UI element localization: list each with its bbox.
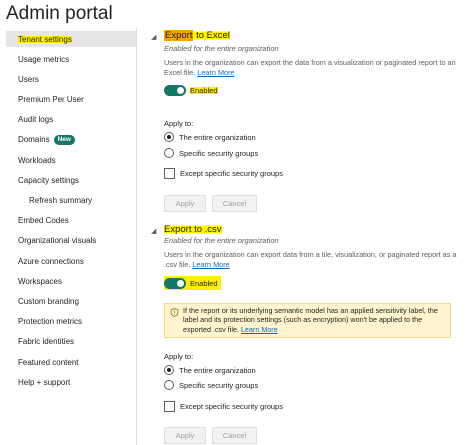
radio-label: Specific security groups — [179, 380, 259, 390]
sidebar-item-workloads[interactable]: Workloads — [6, 152, 136, 168]
page-title: Admin portal — [6, 3, 113, 24]
checkbox-label: Except specific security groups — [180, 169, 283, 178]
learn-more-link[interactable]: Learn More — [197, 68, 234, 77]
radio-button[interactable] — [164, 380, 174, 390]
sidebar-item-label: Featured content — [18, 357, 79, 367]
section-title[interactable]: Export to .csv — [164, 224, 222, 235]
shield-warning-icon — [170, 308, 179, 317]
radio-specific-security-groups[interactable]: Specific security groups — [164, 380, 258, 390]
sidebar-item-custom-branding[interactable]: Custom branding — [6, 293, 136, 309]
radio-button[interactable] — [164, 148, 174, 158]
apply-to-label: Apply to: — [164, 119, 194, 128]
sidebar-item-label: Embed Codes — [18, 216, 69, 226]
enabled-toggle-row: Enabled — [164, 83, 221, 97]
section-title[interactable]: Export to Excel — [164, 30, 230, 41]
sidebar-item-label: Protection metrics — [18, 317, 83, 327]
title-highlight-word: Export — [164, 30, 194, 41]
sidebar-item-tenant-settings[interactable]: Tenant settings — [6, 31, 136, 47]
section-description: Users in the organization can export the… — [164, 58, 464, 78]
sidebar-item-capacity-settings[interactable]: Capacity settings — [6, 172, 136, 188]
radio-label: Specific security groups — [179, 148, 259, 158]
except-groups-checkbox-row[interactable]: Except specific security groups — [164, 401, 283, 412]
sidebar-item-label: Tenant settings — [18, 34, 72, 44]
sidebar-item-audit-logs[interactable]: Audit logs — [6, 112, 136, 128]
section-subtitle: Enabled for the entire organization — [164, 44, 279, 53]
sidebar-item-premium-per-user[interactable]: Premium Per User — [6, 92, 136, 108]
sidebar-item-label: Fabric identities — [18, 337, 75, 347]
cancel-button[interactable]: Cancel — [212, 427, 257, 444]
enabled-toggle[interactable] — [164, 277, 186, 289]
sidebar-item-domains[interactable]: Domains New — [6, 132, 136, 148]
sidebar-item-label: Premium Per User — [18, 95, 84, 105]
sidebar-item-organizational-visuals[interactable]: Organizational visuals — [6, 233, 136, 249]
sidebar-item-protection-metrics[interactable]: Protection metrics — [6, 314, 136, 330]
sensitivity-label-warning: If the report or its underlying semantic… — [164, 303, 451, 338]
section-subtitle: Enabled for the entire organization — [164, 236, 279, 245]
sidebar-item-usage-metrics[interactable]: Usage metrics — [6, 51, 136, 67]
title-rest: to Excel — [193, 30, 230, 41]
sidebar-item-featured-content[interactable]: Featured content — [6, 354, 136, 370]
radio-entire-organization[interactable]: The entire organization — [164, 365, 256, 375]
checkbox-label: Except specific security groups — [180, 402, 283, 411]
enabled-toggle-row: Enabled — [164, 276, 221, 290]
sidebar-item-label: Capacity settings — [18, 175, 79, 185]
radio-label: The entire organization — [179, 132, 256, 142]
apply-to-label: Apply to: — [164, 352, 194, 361]
except-groups-checkbox[interactable] — [164, 168, 175, 179]
sidebar-item-embed-codes[interactable]: Embed Codes — [6, 213, 136, 229]
sidebar-item-label: Custom branding — [18, 296, 79, 306]
title-text: Export to .csv — [164, 224, 222, 235]
caret-down-icon[interactable]: ◢ — [151, 227, 156, 235]
sidebar-item-label: Audit logs — [18, 115, 54, 125]
warning-text: If the report or its underlying semantic… — [183, 306, 438, 334]
sidebar-item-label: Domains — [18, 135, 50, 145]
sidebar-item-label: Organizational visuals — [18, 236, 97, 246]
sidebar-item-label: Refresh summary — [29, 196, 93, 205]
enabled-toggle[interactable] — [164, 84, 186, 96]
sidebar: Tenant settings Usage metrics Users Prem… — [6, 31, 136, 394]
sidebar-item-users[interactable]: Users — [6, 71, 136, 87]
toggle-label: Enabled — [190, 278, 218, 288]
apply-button[interactable]: Apply — [164, 195, 206, 212]
radio-button[interactable] — [164, 365, 174, 375]
learn-more-link[interactable]: Learn More — [192, 260, 229, 269]
except-groups-checkbox[interactable] — [164, 401, 175, 412]
section-description: Users in the organization can export dat… — [164, 250, 464, 270]
warning-learn-more-link[interactable]: Learn More — [241, 325, 278, 334]
sidebar-item-label: Help + support — [18, 377, 71, 387]
sidebar-divider — [136, 28, 137, 445]
sidebar-item-workspaces[interactable]: Workspaces — [6, 273, 136, 289]
new-badge: New — [53, 134, 75, 145]
sidebar-item-label: Workloads — [18, 155, 56, 165]
sidebar-item-fabric-identities[interactable]: Fabric identities — [6, 334, 136, 350]
sidebar-item-label: Users — [18, 74, 39, 84]
sidebar-item-label: Azure connections — [18, 256, 84, 266]
radio-label: The entire organization — [179, 365, 256, 375]
caret-down-icon[interactable]: ◢ — [151, 33, 156, 41]
apply-button[interactable]: Apply — [164, 427, 206, 444]
sidebar-item-refresh-summary[interactable]: Refresh summary — [6, 193, 136, 209]
radio-specific-security-groups[interactable]: Specific security groups — [164, 148, 258, 158]
sidebar-item-label: Workspaces — [18, 276, 62, 286]
toggle-label: Enabled — [190, 85, 218, 95]
radio-entire-organization[interactable]: The entire organization — [164, 132, 256, 142]
sidebar-item-label: Usage metrics — [18, 54, 70, 64]
radio-button[interactable] — [164, 132, 174, 142]
except-groups-checkbox-row[interactable]: Except specific security groups — [164, 168, 283, 179]
sidebar-item-help-support[interactable]: Help + support — [6, 374, 136, 390]
sidebar-item-azure-connections[interactable]: Azure connections — [6, 253, 136, 269]
cancel-button[interactable]: Cancel — [212, 195, 257, 212]
